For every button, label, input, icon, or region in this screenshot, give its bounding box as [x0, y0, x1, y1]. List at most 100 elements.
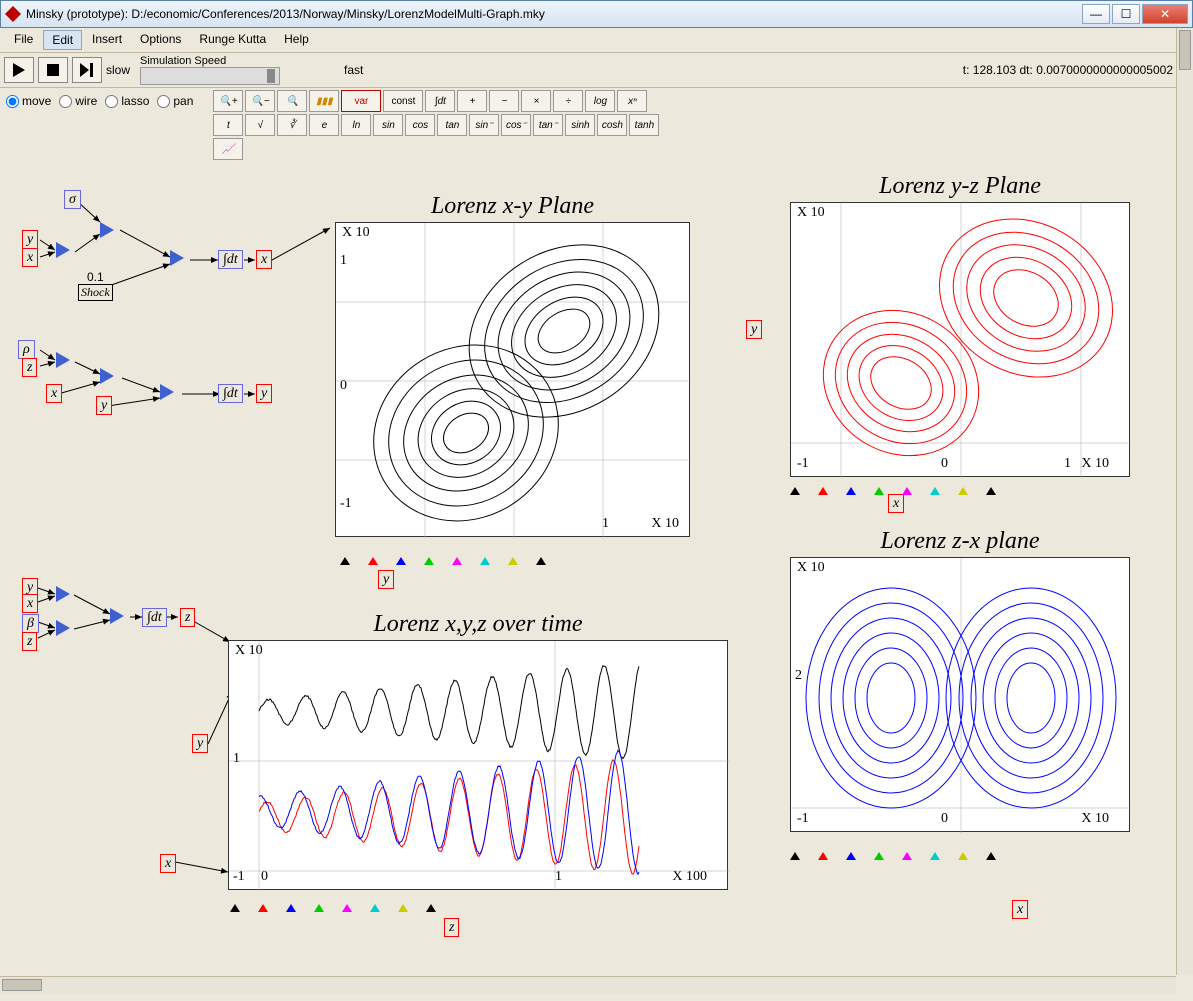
plot-zx-chart: [791, 558, 1131, 833]
op-mul-2[interactable]: [100, 368, 114, 387]
sqrt-button[interactable]: √: [245, 114, 275, 136]
scrollbar-horizontal[interactable]: [0, 976, 1176, 993]
tanh-button[interactable]: tanh: [629, 114, 659, 136]
plot-zx-x-label[interactable]: x: [1012, 902, 1028, 918]
plot-yz-chart: [791, 203, 1131, 478]
integrate-button[interactable]: ∫dt: [425, 90, 455, 112]
plot-yz[interactable]: Lorenz y-z Plane X 10 X 10 -1 0 1: [790, 202, 1130, 477]
log-button[interactable]: log: [585, 90, 615, 112]
mode-pan[interactable]: pan: [157, 94, 193, 108]
markers-plot-xyzt-bottom: [230, 904, 436, 912]
sinh-button[interactable]: sinh: [565, 114, 595, 136]
menu-options[interactable]: Options: [132, 30, 189, 50]
play-button[interactable]: [4, 57, 34, 83]
plot-zx[interactable]: Lorenz z-x plane X 10 X 10 2 -1 0: [790, 557, 1130, 832]
time-button[interactable]: t: [213, 114, 243, 136]
var-z-out[interactable]: z: [180, 610, 195, 626]
design-canvas[interactable]: σ y x 0.1Shock ∫dt x ρ z x y ∫dt y y x β…: [0, 162, 1193, 1001]
plot-zx-title: Lorenz z-x plane: [791, 528, 1129, 555]
add-button[interactable]: +: [457, 90, 487, 112]
scrollbar-vertical[interactable]: [1176, 28, 1193, 975]
cbrt-button[interactable]: ∛: [277, 114, 307, 136]
var-z[interactable]: z: [22, 360, 37, 376]
sim-status: t: 128.103 dt: 0.0070000000000005002: [963, 63, 1189, 77]
cosh-button[interactable]: cosh: [597, 114, 627, 136]
const-shock[interactable]: 0.1Shock: [78, 270, 113, 301]
op-sub[interactable]: [56, 242, 70, 261]
op-idt-1[interactable]: ∫dt: [218, 252, 243, 268]
asin-button[interactable]: sin⁻: [469, 114, 499, 136]
op-mul-3[interactable]: [56, 586, 70, 605]
godley-button[interactable]: ▮▮▮: [309, 90, 339, 112]
sub-button[interactable]: −: [489, 90, 519, 112]
plot-xy-xlabel[interactable]: y: [378, 572, 394, 588]
plot-yz-y-in[interactable]: y: [746, 322, 762, 338]
zoom-reset-button[interactable]: 🔍: [277, 90, 307, 112]
var-y-out[interactable]: y: [256, 386, 272, 402]
plot-xyzt-y-in[interactable]: y: [192, 736, 208, 752]
menu-file[interactable]: File: [6, 30, 41, 50]
const-button[interactable]: const: [383, 90, 423, 112]
step-button[interactable]: [72, 57, 102, 83]
plot-xyzt-x-in[interactable]: x: [160, 856, 176, 872]
div-button[interactable]: ÷: [553, 90, 583, 112]
var-sigma[interactable]: σ: [64, 192, 81, 208]
fast-label: fast: [344, 63, 363, 77]
plot-xy-chart: [336, 223, 691, 538]
plot-xyzt-z-label[interactable]: z: [444, 920, 459, 936]
op-mul[interactable]: [100, 222, 114, 241]
close-button[interactable]: ✕: [1142, 4, 1188, 24]
acos-button[interactable]: cos⁻: [501, 114, 531, 136]
plot-xyzt-chart: [229, 641, 729, 891]
mode-lasso[interactable]: lasso: [105, 94, 149, 108]
op-sub-2[interactable]: [56, 352, 70, 371]
op-add[interactable]: [170, 250, 184, 269]
markers-plot-zx-bottom: [790, 852, 996, 860]
var-button[interactable]: var: [341, 90, 381, 112]
slow-label: slow: [106, 63, 130, 77]
plot-yz-title: Lorenz y-z Plane: [791, 173, 1129, 200]
exp-button[interactable]: e: [309, 114, 339, 136]
op-idt-2[interactable]: ∫dt: [218, 386, 243, 402]
op-sub-4[interactable]: [110, 608, 124, 627]
menu-runge-kutta[interactable]: Runge Kutta: [191, 30, 274, 50]
markers-plot-yz-bottom: [790, 487, 996, 495]
minimize-button[interactable]: —: [1082, 4, 1110, 24]
op-mul-4[interactable]: [56, 620, 70, 639]
plot-button[interactable]: 📈: [213, 138, 243, 160]
stop-button[interactable]: [38, 57, 68, 83]
var-z-2[interactable]: z: [22, 634, 37, 650]
mul-button[interactable]: ×: [521, 90, 551, 112]
menu-help[interactable]: Help: [276, 30, 317, 50]
playback-toolbar: slow Simulation Speed fast t: 128.103 dt…: [0, 53, 1193, 88]
maximize-button[interactable]: ☐: [1112, 4, 1140, 24]
plot-xy[interactable]: Lorenz x-y Plane X 10 X 10 1 0 -1 1: [335, 222, 690, 537]
menubar: File Edit Insert Options Runge Kutta Hel…: [0, 28, 1193, 53]
zoom-out-button[interactable]: 🔍−: [245, 90, 275, 112]
cos-button[interactable]: cos: [405, 114, 435, 136]
var-x-3[interactable]: x: [22, 596, 38, 612]
var-y-2[interactable]: y: [96, 398, 112, 414]
sim-speed-label: Simulation Speed: [140, 55, 280, 67]
op-idt-3[interactable]: ∫dt: [142, 610, 167, 626]
var-rho[interactable]: ρ: [18, 342, 35, 358]
var-x-out[interactable]: x: [256, 252, 272, 268]
mode-wire[interactable]: wire: [59, 94, 97, 108]
var-x-2[interactable]: x: [46, 386, 62, 402]
tan-button[interactable]: tan: [437, 114, 467, 136]
menu-insert[interactable]: Insert: [84, 30, 130, 50]
op-sub-3[interactable]: [160, 384, 174, 403]
sin-button[interactable]: sin: [373, 114, 403, 136]
ln-button[interactable]: ln: [341, 114, 371, 136]
var-y[interactable]: y: [22, 232, 38, 248]
sim-speed-slider[interactable]: [140, 67, 280, 85]
var-beta[interactable]: β: [22, 616, 39, 632]
menu-edit[interactable]: Edit: [43, 30, 82, 50]
pow-button[interactable]: xⁿ: [617, 90, 647, 112]
mode-move[interactable]: move: [6, 94, 51, 108]
var-x[interactable]: x: [22, 250, 38, 266]
atan-button[interactable]: tan⁻: [533, 114, 563, 136]
plot-xyzt[interactable]: Lorenz x,y,z over time X 10 X 100 1 -1 0…: [228, 640, 728, 890]
plot-yz-x-label[interactable]: x: [888, 496, 904, 512]
zoom-in-button[interactable]: 🔍+: [213, 90, 243, 112]
